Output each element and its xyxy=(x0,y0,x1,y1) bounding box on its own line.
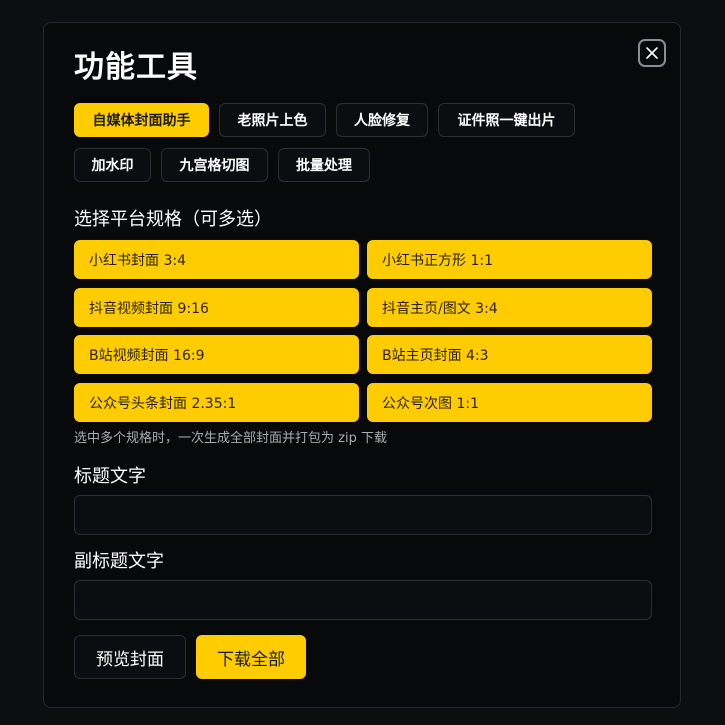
tools-dialog: 功能工具 自媒体封面助手 老照片上色 人脸修复 证件照一键出片 加水印 九宫格切… xyxy=(43,22,681,708)
subtitle-field-label: 副标题文字 xyxy=(74,551,164,572)
spec-option[interactable]: B站视频封面 16:9 xyxy=(74,335,359,374)
tab-watermark[interactable]: 加水印 xyxy=(74,148,151,182)
tab-face-restore[interactable]: 人脸修复 xyxy=(336,103,428,137)
tab-colorize-photo[interactable]: 老照片上色 xyxy=(219,103,326,137)
spec-option[interactable]: 抖音视频封面 9:16 xyxy=(74,288,359,327)
dialog-title: 功能工具 xyxy=(74,50,198,85)
spec-hint: 选中多个规格时，一次生成全部封面并打包为 zip 下载 xyxy=(74,431,387,446)
spec-option[interactable]: 小红书正方形 1:1 xyxy=(367,240,652,279)
tab-id-photo[interactable]: 证件照一键出片 xyxy=(438,103,575,137)
spec-option[interactable]: 公众号次图 1:1 xyxy=(367,383,652,422)
spec-option[interactable]: B站主页封面 4:3 xyxy=(367,335,652,374)
spec-option[interactable]: 公众号头条封面 2.35:1 xyxy=(74,383,359,422)
tab-grid-split[interactable]: 九宫格切图 xyxy=(161,148,268,182)
tab-batch[interactable]: 批量处理 xyxy=(278,148,370,182)
subtitle-input[interactable] xyxy=(74,580,652,620)
tab-cover-assistant[interactable]: 自媒体封面助手 xyxy=(74,103,209,137)
close-button[interactable] xyxy=(638,39,666,67)
preview-button[interactable]: 预览封面 xyxy=(74,635,186,679)
platform-label: 选择平台规格（可多选） xyxy=(74,209,272,230)
spec-option[interactable]: 抖音主页/图文 3:4 xyxy=(367,288,652,327)
download-all-button[interactable]: 下载全部 xyxy=(196,635,306,679)
close-icon xyxy=(646,47,658,59)
title-field-label: 标题文字 xyxy=(74,466,146,487)
title-input[interactable] xyxy=(74,495,652,535)
spec-option[interactable]: 小红书封面 3:4 xyxy=(74,240,359,279)
